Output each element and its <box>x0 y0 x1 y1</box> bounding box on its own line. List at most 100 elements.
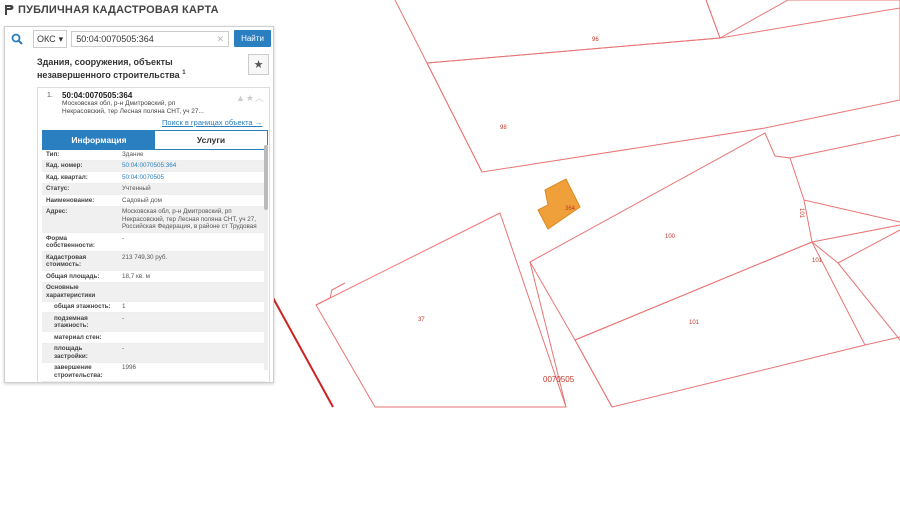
parcel-96[interactable] <box>394 0 721 64</box>
property-label: общая этажность: <box>54 303 111 310</box>
scrollbar-thumb[interactable] <box>264 145 268 210</box>
property-label: Кад. номер: <box>46 162 83 169</box>
app-header: ПУБЛИЧНАЯ КАДАСТРОВАЯ КАРТА <box>4 4 219 16</box>
property-value: 18,7 кв. м <box>122 272 150 280</box>
property-value: Садовый дом <box>122 196 162 204</box>
property-label: площадь застройки: <box>54 345 88 360</box>
rosreestr-logo-icon <box>5 5 14 15</box>
parcel-label-98: 98 <box>500 125 507 131</box>
search-toggle-button[interactable] <box>5 27 29 51</box>
property-row: Адрес: Московская обл, р-н Дмитровский, р… <box>42 206 266 233</box>
parcel-101-top <box>803 199 900 223</box>
result-tabs: Информация Услуги <box>42 130 268 150</box>
property-row: подземная этажность: - <box>42 313 266 332</box>
property-row: завершение строительства: 1996 <box>42 363 266 382</box>
scrollbar[interactable] <box>264 145 268 370</box>
property-value: Московская обл, р-н Дмитровский, рп Некр… <box>122 208 257 230</box>
property-value <box>116 334 266 342</box>
property-value[interactable]: 50:04:0070505:364 <box>116 162 266 170</box>
property-label: Статус: <box>46 185 70 192</box>
parcel-98-edge <box>426 62 483 173</box>
star-outline-icon[interactable]: ★ <box>246 93 255 103</box>
building-label: 364 <box>565 206 576 212</box>
parcel-label-101-lower: 101 <box>689 320 700 326</box>
property-row: Форма собственности: - <box>42 233 266 252</box>
property-row: Статус: Учтенный <box>42 183 266 195</box>
property-row: Наименование: Садовый дом <box>42 195 266 207</box>
chevron-down-icon: ▾ <box>58 33 64 44</box>
result-card-header: 1. 50:04:0070505:364 Московская обл, р-н… <box>38 88 269 130</box>
search-input-value: 50:04:0070505:364 <box>76 34 154 44</box>
parcel-label-96: 96 <box>592 37 599 43</box>
property-value: - <box>122 234 125 242</box>
parcel-line-g <box>315 282 346 306</box>
section-title: Здания, сооружения, объекты незавершенно… <box>37 57 242 81</box>
section-count: 1 <box>182 70 186 76</box>
property-label: подземная этажность: <box>54 314 89 330</box>
selected-building[interactable] <box>537 178 581 230</box>
property-row: Кад. квартал: 50:04:0070505 <box>42 172 266 184</box>
parcel-line-a <box>789 134 900 159</box>
clear-icon[interactable]: ✕ <box>217 34 225 45</box>
app-title: ПУБЛИЧНАЯ КАДАСТРОВАЯ КАРТА <box>18 4 219 16</box>
parcel-37[interactable] <box>315 212 567 408</box>
result-index: 1. <box>47 92 53 99</box>
property-label: Наименование: <box>46 196 95 204</box>
property-label: Форма собственности: <box>46 234 95 250</box>
search-results-panel: ОКС ▾ 50:04:0070505:364 ✕ Найти Здания, … <box>4 26 274 383</box>
parcel-label-101-right: 101 <box>812 258 823 264</box>
parcel-label-37: 37 <box>418 317 425 323</box>
property-row: материал стен: <box>42 332 266 344</box>
properties-table: Тип: Здание Кад. номер: 50:04:0070505:364 Ка… <box>42 149 266 382</box>
parcel-line-b <box>811 224 900 243</box>
parcel-98[interactable] <box>426 0 900 173</box>
quarter-boundary <box>271 295 334 408</box>
tab-services[interactable]: Услуги <box>155 131 267 149</box>
parcel-line-e <box>837 262 900 341</box>
property-value[interactable]: 50:04:0070505 <box>116 174 266 182</box>
property-label: Кадастровая стоимость: <box>46 253 87 269</box>
card-action-icons: ▲★︿ <box>236 91 265 104</box>
parcel-label-101-vertical: 101 <box>798 208 804 219</box>
property-label: Кад. квартал: <box>46 173 88 181</box>
property-label: Общая площадь: <box>46 272 100 280</box>
property-row: Основные характеристики <box>42 282 266 302</box>
object-type-value: ОКС <box>37 34 56 44</box>
property-value: 213 749,30 руб. <box>122 253 168 261</box>
search-bar: ОКС ▾ 50:04:0070505:364 ✕ Найти <box>5 27 273 51</box>
property-value: - <box>122 345 125 352</box>
parcel-line-f <box>864 336 900 346</box>
property-row: общая этажность: 1 <box>42 302 266 313</box>
search-icon <box>11 33 23 45</box>
property-row: площадь застройки: - <box>42 343 266 363</box>
property-row: Общая площадь: 18,7 кв. м <box>42 271 266 283</box>
property-row: Кад. номер: 50:04:0070505:364 <box>42 160 266 172</box>
property-row: Кадастровая стоимость: 213 749,30 руб. <box>42 252 266 271</box>
quarter-label: 0070505 <box>543 375 575 384</box>
property-value: 1 <box>122 303 126 310</box>
tab-information[interactable]: Информация <box>43 131 155 149</box>
property-value <box>116 284 266 299</box>
parcel-96-right <box>705 0 900 39</box>
section-title-text: Здания, сооружения, объекты незавершенно… <box>37 57 180 80</box>
parcel-label-100: 100 <box>665 234 676 240</box>
result-address: Московская обл, р-н Дмитровский, рп Некр… <box>62 100 204 115</box>
find-button[interactable]: Найти <box>234 30 271 47</box>
property-value: Учтенный <box>122 185 151 192</box>
property-value: 1996 <box>122 364 137 371</box>
warning-icon[interactable]: ▲ <box>236 93 246 103</box>
parcel-line-h <box>529 261 567 408</box>
object-type-select[interactable]: ОКС ▾ <box>33 30 68 48</box>
parcel-101-lower[interactable] <box>574 241 866 408</box>
search-input[interactable]: 50:04:0070505:364 ✕ <box>71 31 230 47</box>
property-row: Тип: Здание <box>42 149 266 161</box>
property-label: Основные характеристики <box>46 284 96 299</box>
search-within-object-link[interactable]: Поиск в границах объекта → <box>162 118 262 127</box>
favorite-button[interactable]: ★ <box>248 54 269 75</box>
property-value: Здание <box>122 150 144 158</box>
star-icon: ★ <box>253 59 264 71</box>
result-cad-number[interactable]: 50:04:0070505:364 <box>62 91 132 100</box>
property-label: Адрес: <box>46 208 68 215</box>
collapse-icon[interactable]: ︿ <box>255 93 265 103</box>
property-label: Тип: <box>46 150 60 158</box>
